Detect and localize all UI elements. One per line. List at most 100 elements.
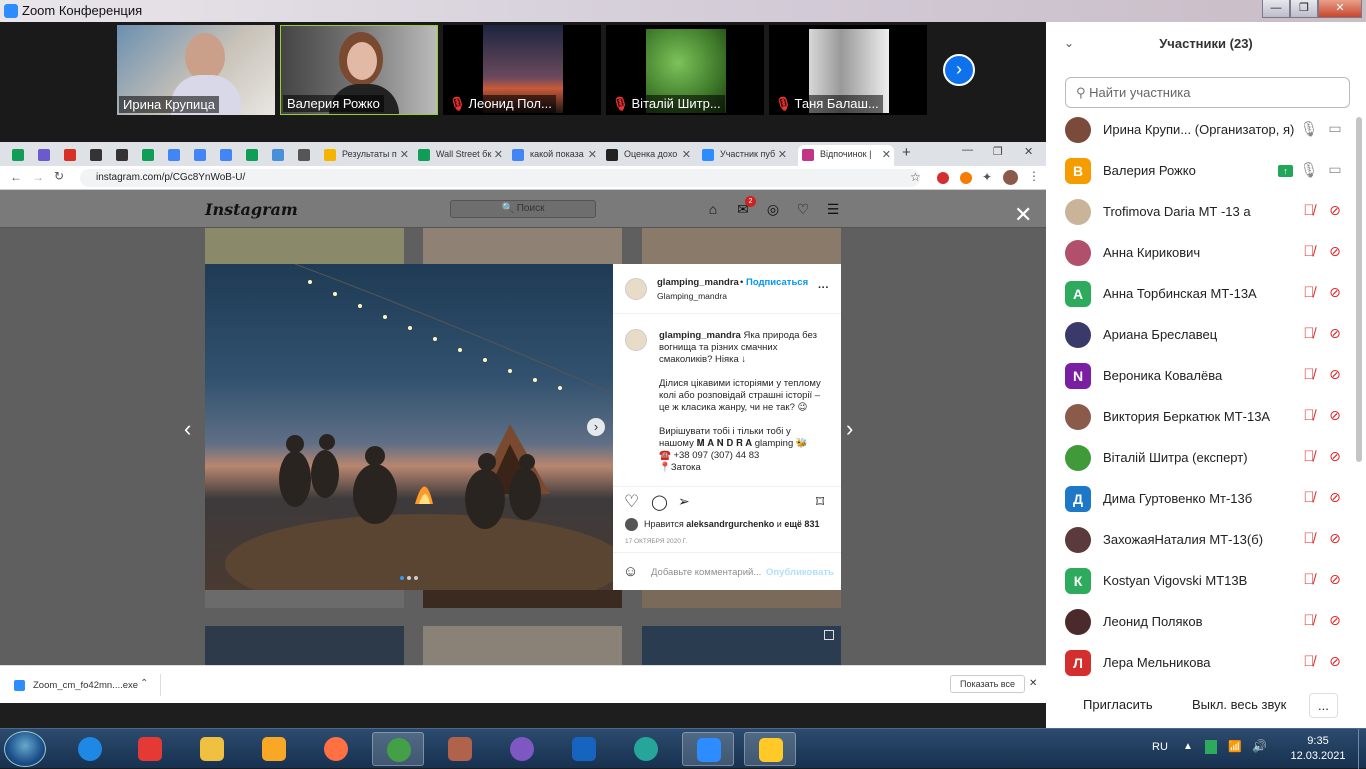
volume-icon[interactable]: 🔊 bbox=[1252, 739, 1267, 753]
taskbar-edge-button[interactable] bbox=[620, 732, 672, 766]
taskbar-zoom-button[interactable] bbox=[682, 732, 734, 766]
profile-avatar[interactable] bbox=[1003, 170, 1018, 185]
taskbar-other-button[interactable] bbox=[744, 732, 796, 766]
video-tile-3[interactable]: 🎙 Леонид Пол... bbox=[443, 25, 601, 115]
downloaded-file-name[interactable]: Zoom_cm_fo42mn....exe bbox=[33, 680, 138, 691]
muted-microphone-icon[interactable]: 🎙̸ bbox=[1298, 407, 1320, 427]
grid-thumbnail[interactable] bbox=[642, 228, 841, 264]
camera-off-icon[interactable]: ⊘ bbox=[1324, 366, 1346, 386]
taskbar-colosseum-button[interactable] bbox=[434, 732, 486, 766]
tab-close-icon[interactable]: ✕ bbox=[494, 148, 503, 161]
gallery-next-button[interactable]: › bbox=[943, 54, 975, 86]
extension-icon[interactable] bbox=[960, 172, 972, 184]
browser-close-button[interactable]: ✕ bbox=[1024, 145, 1033, 158]
caption-avatar[interactable] bbox=[625, 329, 647, 351]
next-post-arrow[interactable]: › bbox=[846, 416, 853, 442]
participant-row[interactable]: Виктория Беркатюк МТ-13А 🎙̸ ⊘ bbox=[1046, 397, 1356, 438]
browser-maximize-button[interactable]: ❐ bbox=[993, 145, 1003, 158]
participant-row[interactable]: Д Дима Гуртовенко Мт-13б 🎙̸ ⊘ bbox=[1046, 479, 1356, 520]
grid-thumbnail[interactable] bbox=[642, 590, 841, 608]
taskbar-firefox-button[interactable] bbox=[310, 732, 362, 766]
camera-off-icon[interactable]: ⊘ bbox=[1324, 448, 1346, 468]
browser-tab[interactable]: Wall Street бк ✕ bbox=[414, 145, 506, 166]
muted-microphone-icon[interactable]: 🎙̸ bbox=[1298, 325, 1320, 345]
browser-tab[interactable] bbox=[86, 145, 111, 166]
tab-close-icon[interactable]: ✕ bbox=[882, 148, 891, 161]
follow-button[interactable]: Подписаться bbox=[746, 277, 808, 289]
browser-tab[interactable] bbox=[60, 145, 85, 166]
muted-microphone-icon[interactable]: 🎙̸ bbox=[1298, 571, 1320, 591]
browser-tab[interactable] bbox=[34, 145, 59, 166]
browser-tab[interactable] bbox=[294, 145, 319, 166]
participant-row[interactable]: Ирина Крупи... (Организатор, я) 🎙 ▭ bbox=[1046, 110, 1356, 151]
muted-microphone-icon[interactable]: 🎙̸ bbox=[1298, 489, 1320, 509]
grid-thumbnail[interactable] bbox=[205, 626, 404, 665]
liker-avatar[interactable] bbox=[625, 518, 638, 531]
browser-tab[interactable]: Участник пуб ✕ bbox=[698, 145, 790, 166]
taskbar-ie-button[interactable] bbox=[64, 732, 116, 766]
video-tile-1[interactable]: Ирина Крупица bbox=[117, 25, 275, 115]
caption-username[interactable]: glamping_mandra bbox=[659, 330, 741, 341]
explore-compass-icon[interactable]: ◎ bbox=[765, 201, 781, 217]
participant-search-input[interactable]: ⚲ Найти участника bbox=[1065, 77, 1350, 108]
muted-microphone-icon[interactable]: 🎙̸ bbox=[1298, 653, 1320, 673]
participant-row[interactable]: ЗахожаяНаталия МТ-13(б) 🎙̸ ⊘ bbox=[1046, 520, 1356, 561]
grid-thumbnail[interactable] bbox=[205, 590, 404, 608]
forward-icon[interactable]: → bbox=[32, 170, 44, 184]
taskbar-word-button[interactable] bbox=[558, 732, 610, 766]
network-signal-icon[interactable]: 📶 bbox=[1228, 740, 1242, 753]
maximize-button[interactable]: ❐ bbox=[1290, 0, 1318, 18]
comment-input[interactable]: Добавьте комментарий... bbox=[651, 567, 761, 578]
account-avatar[interactable] bbox=[625, 278, 647, 300]
new-tab-button[interactable]: + bbox=[902, 144, 911, 161]
back-icon[interactable]: ← bbox=[10, 170, 22, 184]
profile-icon[interactable]: ☰ bbox=[825, 201, 841, 217]
reload-icon[interactable]: ↻ bbox=[54, 169, 64, 183]
participant-row[interactable]: Ариана Бреславец 🎙̸ ⊘ bbox=[1046, 315, 1356, 356]
video-tile-5[interactable]: 🎙 Таня Балаш... bbox=[769, 25, 927, 115]
participant-list-scrollbar[interactable] bbox=[1356, 117, 1362, 462]
file-options-chevron-icon[interactable]: ⌃ bbox=[140, 678, 148, 689]
camera-off-icon[interactable]: ⊘ bbox=[1324, 202, 1346, 222]
microphone-icon[interactable]: 🎙 bbox=[1298, 120, 1320, 140]
tab-close-icon[interactable]: ✕ bbox=[778, 148, 787, 161]
camera-icon[interactable]: ▭ bbox=[1324, 161, 1346, 181]
grid-thumbnail[interactable] bbox=[423, 590, 622, 608]
tab-close-icon[interactable]: ✕ bbox=[588, 148, 597, 161]
video-tile-2[interactable]: Валерия Рожко bbox=[280, 25, 438, 115]
participant-row[interactable]: Леонид Поляков 🎙̸ ⊘ bbox=[1046, 602, 1356, 643]
participant-row[interactable]: Л Лера Мельникова 🎙̸ ⊘ bbox=[1046, 643, 1356, 684]
close-modal-icon[interactable]: ✕ bbox=[1014, 202, 1032, 228]
muted-microphone-icon[interactable]: 🎙̸ bbox=[1298, 448, 1320, 468]
mute-all-button[interactable]: Выкл. весь звук bbox=[1182, 693, 1296, 716]
participant-row[interactable]: Trofimova Daria МТ -13 а 🎙̸ ⊘ bbox=[1046, 192, 1356, 233]
camera-off-icon[interactable]: ⊘ bbox=[1324, 571, 1346, 591]
participant-row[interactable]: Віталій Шитра (експерт) 🎙̸ ⊘ bbox=[1046, 438, 1356, 479]
camera-off-icon[interactable]: ⊘ bbox=[1324, 653, 1346, 673]
browser-menu-icon[interactable]: ⋮ bbox=[1028, 169, 1040, 183]
save-bookmark-icon[interactable]: ⌑ bbox=[816, 492, 824, 512]
camera-off-icon[interactable]: ⊘ bbox=[1324, 530, 1346, 550]
participant-row[interactable]: К Kostyan Vigovski МТ13В 🎙̸ ⊘ bbox=[1046, 561, 1356, 602]
taskbar-chrome-button[interactable] bbox=[372, 732, 424, 766]
camera-off-icon[interactable]: ⊘ bbox=[1324, 284, 1346, 304]
close-download-bar-icon[interactable]: ✕ bbox=[1029, 678, 1037, 689]
taskbar-clock[interactable]: 9:35 12.03.2021 bbox=[1288, 734, 1348, 764]
camera-off-icon[interactable]: ⊘ bbox=[1324, 612, 1346, 632]
grid-thumbnail[interactable] bbox=[642, 626, 841, 665]
taskbar-explorer-button[interactable] bbox=[186, 732, 238, 766]
taskbar-paint-button[interactable] bbox=[124, 732, 176, 766]
participant-row[interactable]: А Анна Торбинская МТ-13А 🎙̸ ⊘ bbox=[1046, 274, 1356, 315]
muted-microphone-icon[interactable]: 🎙̸ bbox=[1298, 243, 1320, 263]
tab-close-icon[interactable]: ✕ bbox=[400, 148, 409, 161]
post-username[interactable]: glamping_mandra bbox=[657, 277, 739, 289]
more-options-icon[interactable]: ··· bbox=[818, 282, 829, 294]
tab-close-icon[interactable]: ✕ bbox=[682, 148, 691, 161]
browser-tab[interactable] bbox=[216, 145, 241, 166]
muted-microphone-icon[interactable]: 🎙̸ bbox=[1298, 202, 1320, 222]
more-options-button[interactable]: ... bbox=[1309, 693, 1338, 718]
video-tile-4[interactable]: 🎙 Віталій Шитр... bbox=[606, 25, 764, 115]
publish-button[interactable]: Опубликовать bbox=[766, 567, 834, 578]
home-icon[interactable]: ⌂ bbox=[705, 201, 721, 217]
taskbar-archicad-button[interactable] bbox=[248, 732, 300, 766]
